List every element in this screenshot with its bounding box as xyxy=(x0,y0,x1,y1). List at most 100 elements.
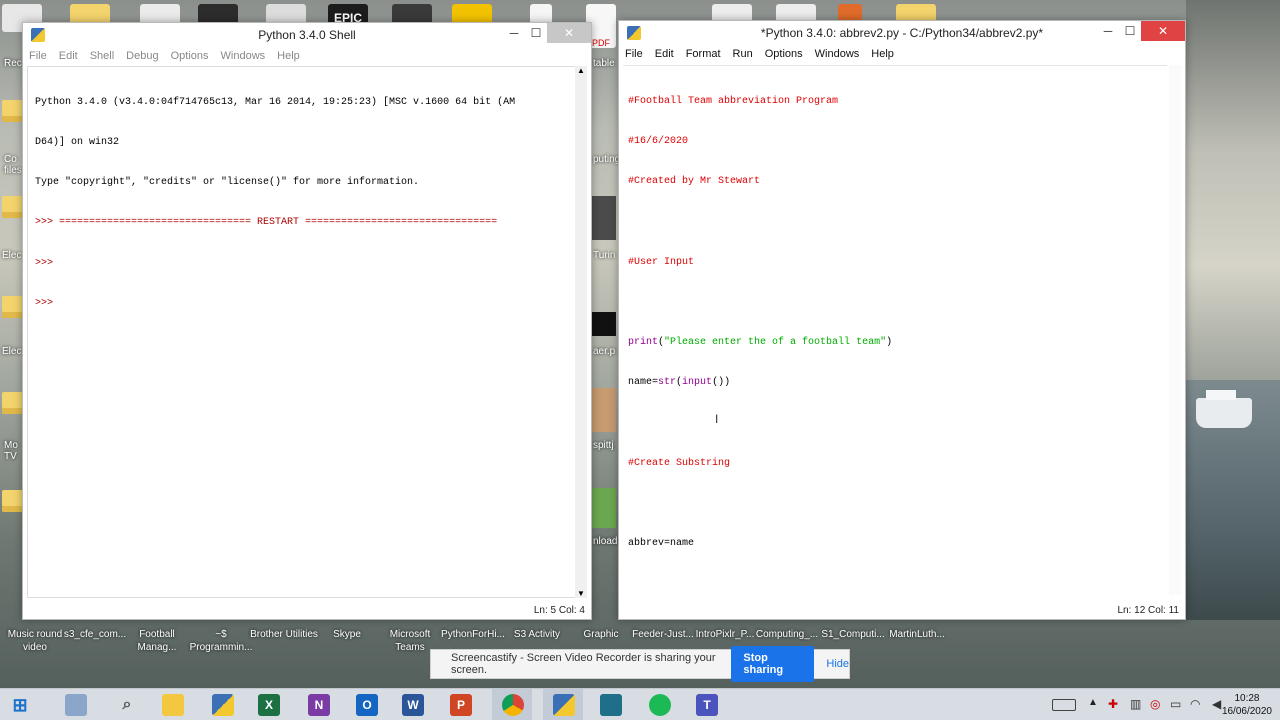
minimize-button[interactable]: ─ xyxy=(1097,21,1119,41)
shell-line: Python 3.4.0 (v3.4.0:04f714765c13, Mar 1… xyxy=(35,96,516,108)
editor-scrollbar[interactable] xyxy=(1169,65,1181,595)
hide-button[interactable]: Hide xyxy=(826,658,849,670)
desktop-label: Elec xyxy=(2,346,22,357)
photo-icon[interactable] xyxy=(592,388,616,432)
search-icon[interactable]: ⌕ xyxy=(116,694,138,716)
clock-time: 10:28 xyxy=(1234,693,1260,704)
menu-help[interactable]: Help xyxy=(871,48,894,60)
security-icon[interactable]: ◎ xyxy=(1150,697,1160,711)
python-icon xyxy=(627,26,641,40)
desktop-label[interactable]: Feeder-Just... xyxy=(628,628,698,641)
desktop-label[interactable]: IntroPixlr_P... xyxy=(690,628,760,641)
desktop-label: Co files xyxy=(4,154,22,176)
menu-edit[interactable]: Edit xyxy=(655,48,674,60)
desktop-label: aer.p xyxy=(593,346,616,357)
shell-menubar: File Edit Shell Debug Options Windows He… xyxy=(23,47,591,65)
menu-run[interactable]: Run xyxy=(733,48,753,60)
wifi-icon[interactable]: ◠ xyxy=(1190,697,1200,711)
editor-window[interactable]: *Python 3.4.0: abbrev2.py - C:/Python34/… xyxy=(618,20,1186,670)
screencastify-bar: Screencastify - Screen Video Recorder is… xyxy=(430,646,850,682)
code-comment: #Create Substring xyxy=(628,457,731,469)
code-line: print("Please enter the of a football te… xyxy=(628,336,1167,349)
outlook-icon[interactable]: O xyxy=(356,694,378,716)
desktop-label[interactable]: Graphic xyxy=(566,628,636,641)
desktop-label[interactable]: MartinLuth... xyxy=(882,628,952,641)
maximize-button[interactable]: ☐ xyxy=(1119,21,1141,41)
shell-line: Type "copyright", "credits" or "license(… xyxy=(35,177,420,189)
menu-windows[interactable]: Windows xyxy=(815,48,860,60)
minimize-button[interactable]: ─ xyxy=(503,23,525,43)
close-button[interactable]: ✕ xyxy=(1141,21,1185,41)
powerpoint-icon[interactable]: P xyxy=(450,694,472,716)
shell-prompt: >>> xyxy=(35,297,54,309)
taskbar: ⊞ ⌕ X N O W P T ▲ ✚ ▥ ◎ ▭ ◠ ◀ 10:28 16/0… xyxy=(0,688,1280,720)
word-icon[interactable]: W xyxy=(402,694,424,716)
code-comment: #Football Team abbreviation Program xyxy=(628,95,839,107)
desktop-label: spittj xyxy=(593,440,614,451)
sharing-message: Screencastify - Screen Video Recorder is… xyxy=(451,652,716,676)
desktop-label[interactable]: S3 Activity xyxy=(502,628,572,641)
onenote-icon[interactable]: N xyxy=(308,694,330,716)
code-text: ()) xyxy=(712,377,731,389)
chevron-up-icon[interactable]: ▲ xyxy=(1088,697,1098,708)
network-icon[interactable]: ▥ xyxy=(1130,697,1141,711)
desktop-label[interactable]: Football Manag... xyxy=(122,628,192,654)
keyboard-icon[interactable] xyxy=(1052,699,1076,711)
desktop-label: Mo TV xyxy=(4,440,18,462)
wallpaper-ship xyxy=(1196,390,1252,428)
code-line: abbrev=name xyxy=(628,538,695,550)
file-explorer-icon[interactable] xyxy=(162,694,184,716)
shell-line: D64)] on win32 xyxy=(35,137,120,149)
menu-debug[interactable]: Debug xyxy=(126,50,158,62)
photo-icon[interactable] xyxy=(592,196,616,240)
teams-icon[interactable]: T xyxy=(696,694,718,716)
menu-windows[interactable]: Windows xyxy=(221,50,266,62)
excel-icon[interactable]: X xyxy=(258,694,280,716)
menu-format[interactable]: Format xyxy=(686,48,721,60)
chrome-icon[interactable] xyxy=(502,694,524,716)
desktop-label[interactable]: ~$ Programmin... xyxy=(186,628,256,654)
desktop-label: nload xyxy=(593,536,618,547)
python-shell-window[interactable]: Python 3.4.0 Shell ─ ☐ ✕ File Edit Shell… xyxy=(22,22,592,620)
python-idle-icon[interactable] xyxy=(212,694,234,716)
remote-desktop-icon[interactable] xyxy=(600,694,622,716)
menu-edit[interactable]: Edit xyxy=(59,50,78,62)
desktop-label[interactable]: PythonForHi... xyxy=(438,628,508,641)
editor-titlebar[interactable]: *Python 3.4.0: abbrev2.py - C:/Python34/… xyxy=(619,21,1185,45)
shell-output[interactable]: Python 3.4.0 (v3.4.0:04f714765c13, Mar 1… xyxy=(27,66,577,598)
volume-icon[interactable]: ◀ xyxy=(1212,697,1221,711)
spotify-icon[interactable] xyxy=(649,694,671,716)
desktop-label[interactable]: Skype xyxy=(312,628,382,641)
menu-options[interactable]: Options xyxy=(765,48,803,60)
taskbar-clock[interactable]: 10:28 16/06/2020 xyxy=(1222,692,1272,718)
battery-icon[interactable]: ▭ xyxy=(1170,697,1181,711)
scroll-up-icon[interactable]: ▲ xyxy=(575,66,587,75)
menu-file[interactable]: File xyxy=(625,48,643,60)
code-editor[interactable]: #Football Team abbreviation Program #16/… xyxy=(623,65,1167,670)
scroll-down-icon[interactable]: ▼ xyxy=(575,589,587,598)
close-button[interactable]: ✕ xyxy=(547,23,591,43)
desktop-label[interactable]: Brother Utilities xyxy=(249,628,319,641)
code-text: name= xyxy=(628,377,659,389)
desktop-label[interactable]: S1_Computi... xyxy=(818,628,888,641)
clock-date: 16/06/2020 xyxy=(1221,706,1272,717)
menu-shell[interactable]: Shell xyxy=(90,50,114,62)
file-icon[interactable] xyxy=(592,312,616,336)
photo-icon[interactable] xyxy=(592,488,616,528)
menu-help[interactable]: Help xyxy=(277,50,300,62)
code-comment: #Created by Mr Stewart xyxy=(628,176,761,188)
windows-start-icon[interactable]: ⊞ xyxy=(9,694,31,716)
python-idle-icon[interactable] xyxy=(553,694,575,716)
menu-options[interactable]: Options xyxy=(171,50,209,62)
shell-titlebar[interactable]: Python 3.4.0 Shell ─ ☐ ✕ xyxy=(23,23,591,47)
calculator-icon[interactable] xyxy=(65,694,87,716)
maximize-button[interactable]: ☐ xyxy=(525,23,547,43)
desktop-label[interactable]: Computing_... xyxy=(752,628,822,641)
shell-status: Ln: 5 Col: 4 xyxy=(533,605,585,616)
pdf-label: PDF xyxy=(592,38,610,48)
stop-sharing-button[interactable]: Stop sharing xyxy=(731,646,815,682)
antivirus-icon[interactable]: ✚ xyxy=(1108,697,1118,711)
menu-file[interactable]: File xyxy=(29,50,47,62)
shell-scrollbar[interactable]: ▲ ▼ xyxy=(575,66,587,598)
desktop-label[interactable]: s3_cfe_com... xyxy=(60,628,130,641)
